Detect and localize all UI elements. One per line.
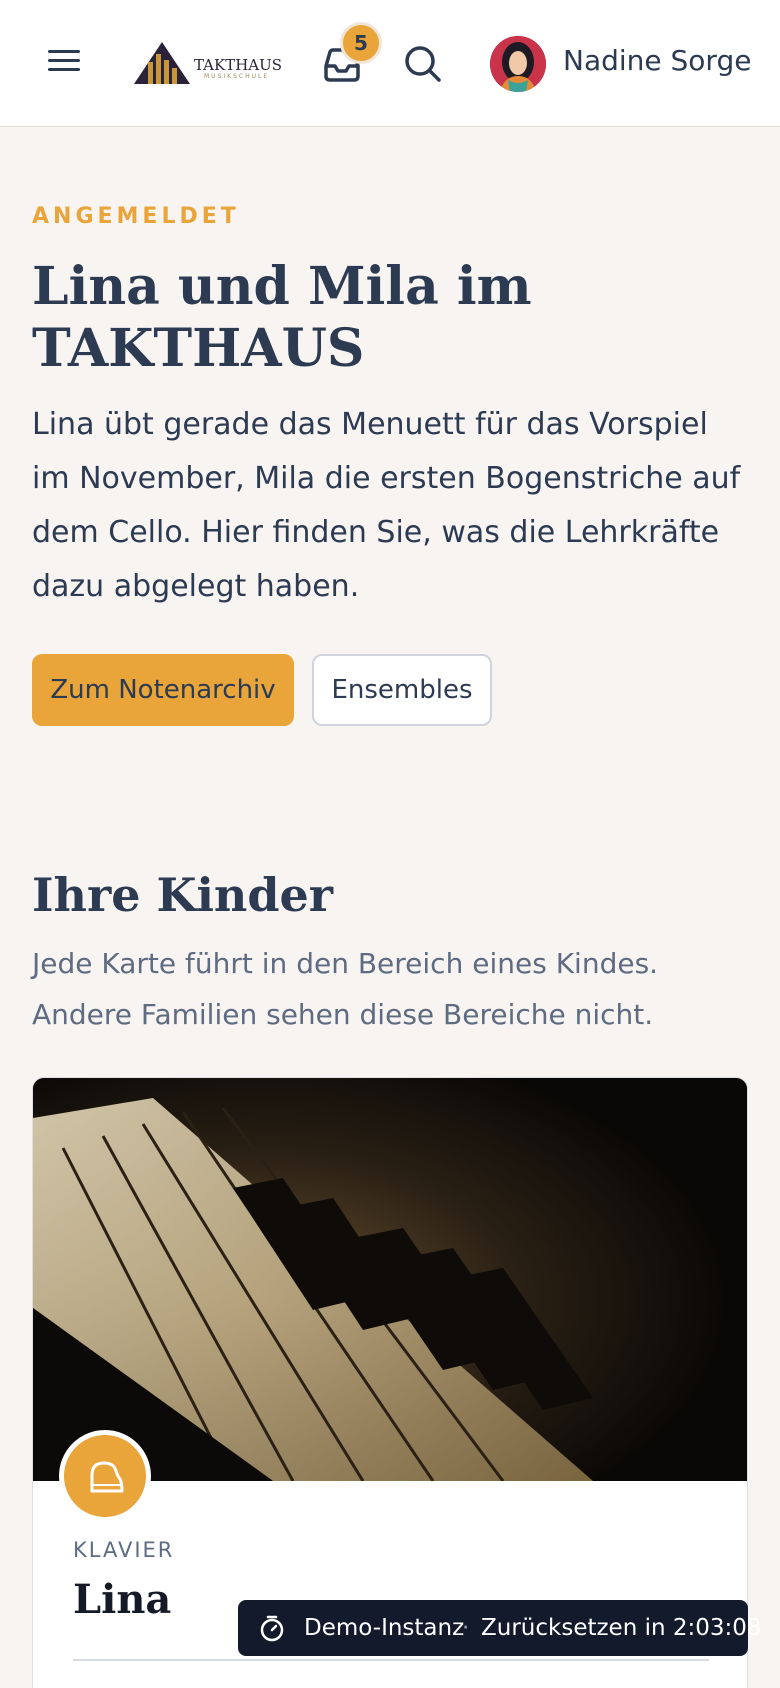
user-name[interactable]: Nadine Sorge: [563, 44, 751, 77]
notification-count-badge: 5: [340, 22, 382, 64]
instrument-label: KLAVIER: [73, 1538, 175, 1562]
user-avatar[interactable]: [490, 36, 546, 92]
logo-mark-icon: [134, 42, 190, 84]
child-card[interactable]: KLAVIER Lina: [32, 1077, 748, 1688]
piano-icon: [59, 1430, 151, 1522]
notes-archive-button[interactable]: Zum Notenarchiv: [32, 654, 294, 726]
child-name: Lina: [73, 1576, 172, 1623]
menu-button[interactable]: [44, 46, 84, 80]
hero-description: Lina übt gerade das Menuett für das Vors…: [32, 407, 741, 604]
logo-subtitle: MUSIKSCHULE: [204, 73, 270, 80]
piano-keys-photo: [33, 1078, 747, 1482]
avatar-portrait-icon: [490, 36, 546, 92]
search-button[interactable]: [401, 42, 445, 86]
section-title: Ihre Kinder: [32, 868, 334, 922]
search-icon: [405, 46, 441, 82]
status-eyebrow: ANGEMELDET: [32, 204, 240, 229]
logo-name: TAKTHAUS: [194, 56, 283, 74]
stopwatch-icon: [260, 1615, 284, 1642]
takthaus-logo[interactable]: TAKTHAUS MUSIKSCHULE: [132, 40, 282, 86]
demo-separator: ·: [462, 1615, 470, 1641]
card-divider: [73, 1659, 709, 1661]
page-title: Lina und Mila im TAKTHAUS: [32, 256, 532, 379]
hamburger-menu-icon: [48, 50, 80, 53]
section-subtitle: Jede Karte führt in den Bereich eines Ki…: [32, 947, 659, 1031]
piano-keys-image: [33, 1078, 747, 1482]
demo-label: Demo-Instanz: [304, 1615, 465, 1641]
top-bar: TAKTHAUS MUSIKSCHULE 5 Nadine Sorge: [0, 0, 780, 127]
ensembles-button[interactable]: Ensembles: [312, 654, 492, 726]
reset-countdown: Zurücksetzen in 2:03:08: [481, 1615, 762, 1641]
demo-instance-banner: Demo-Instanz · Zurücksetzen in 2:03:08: [238, 1600, 762, 1656]
